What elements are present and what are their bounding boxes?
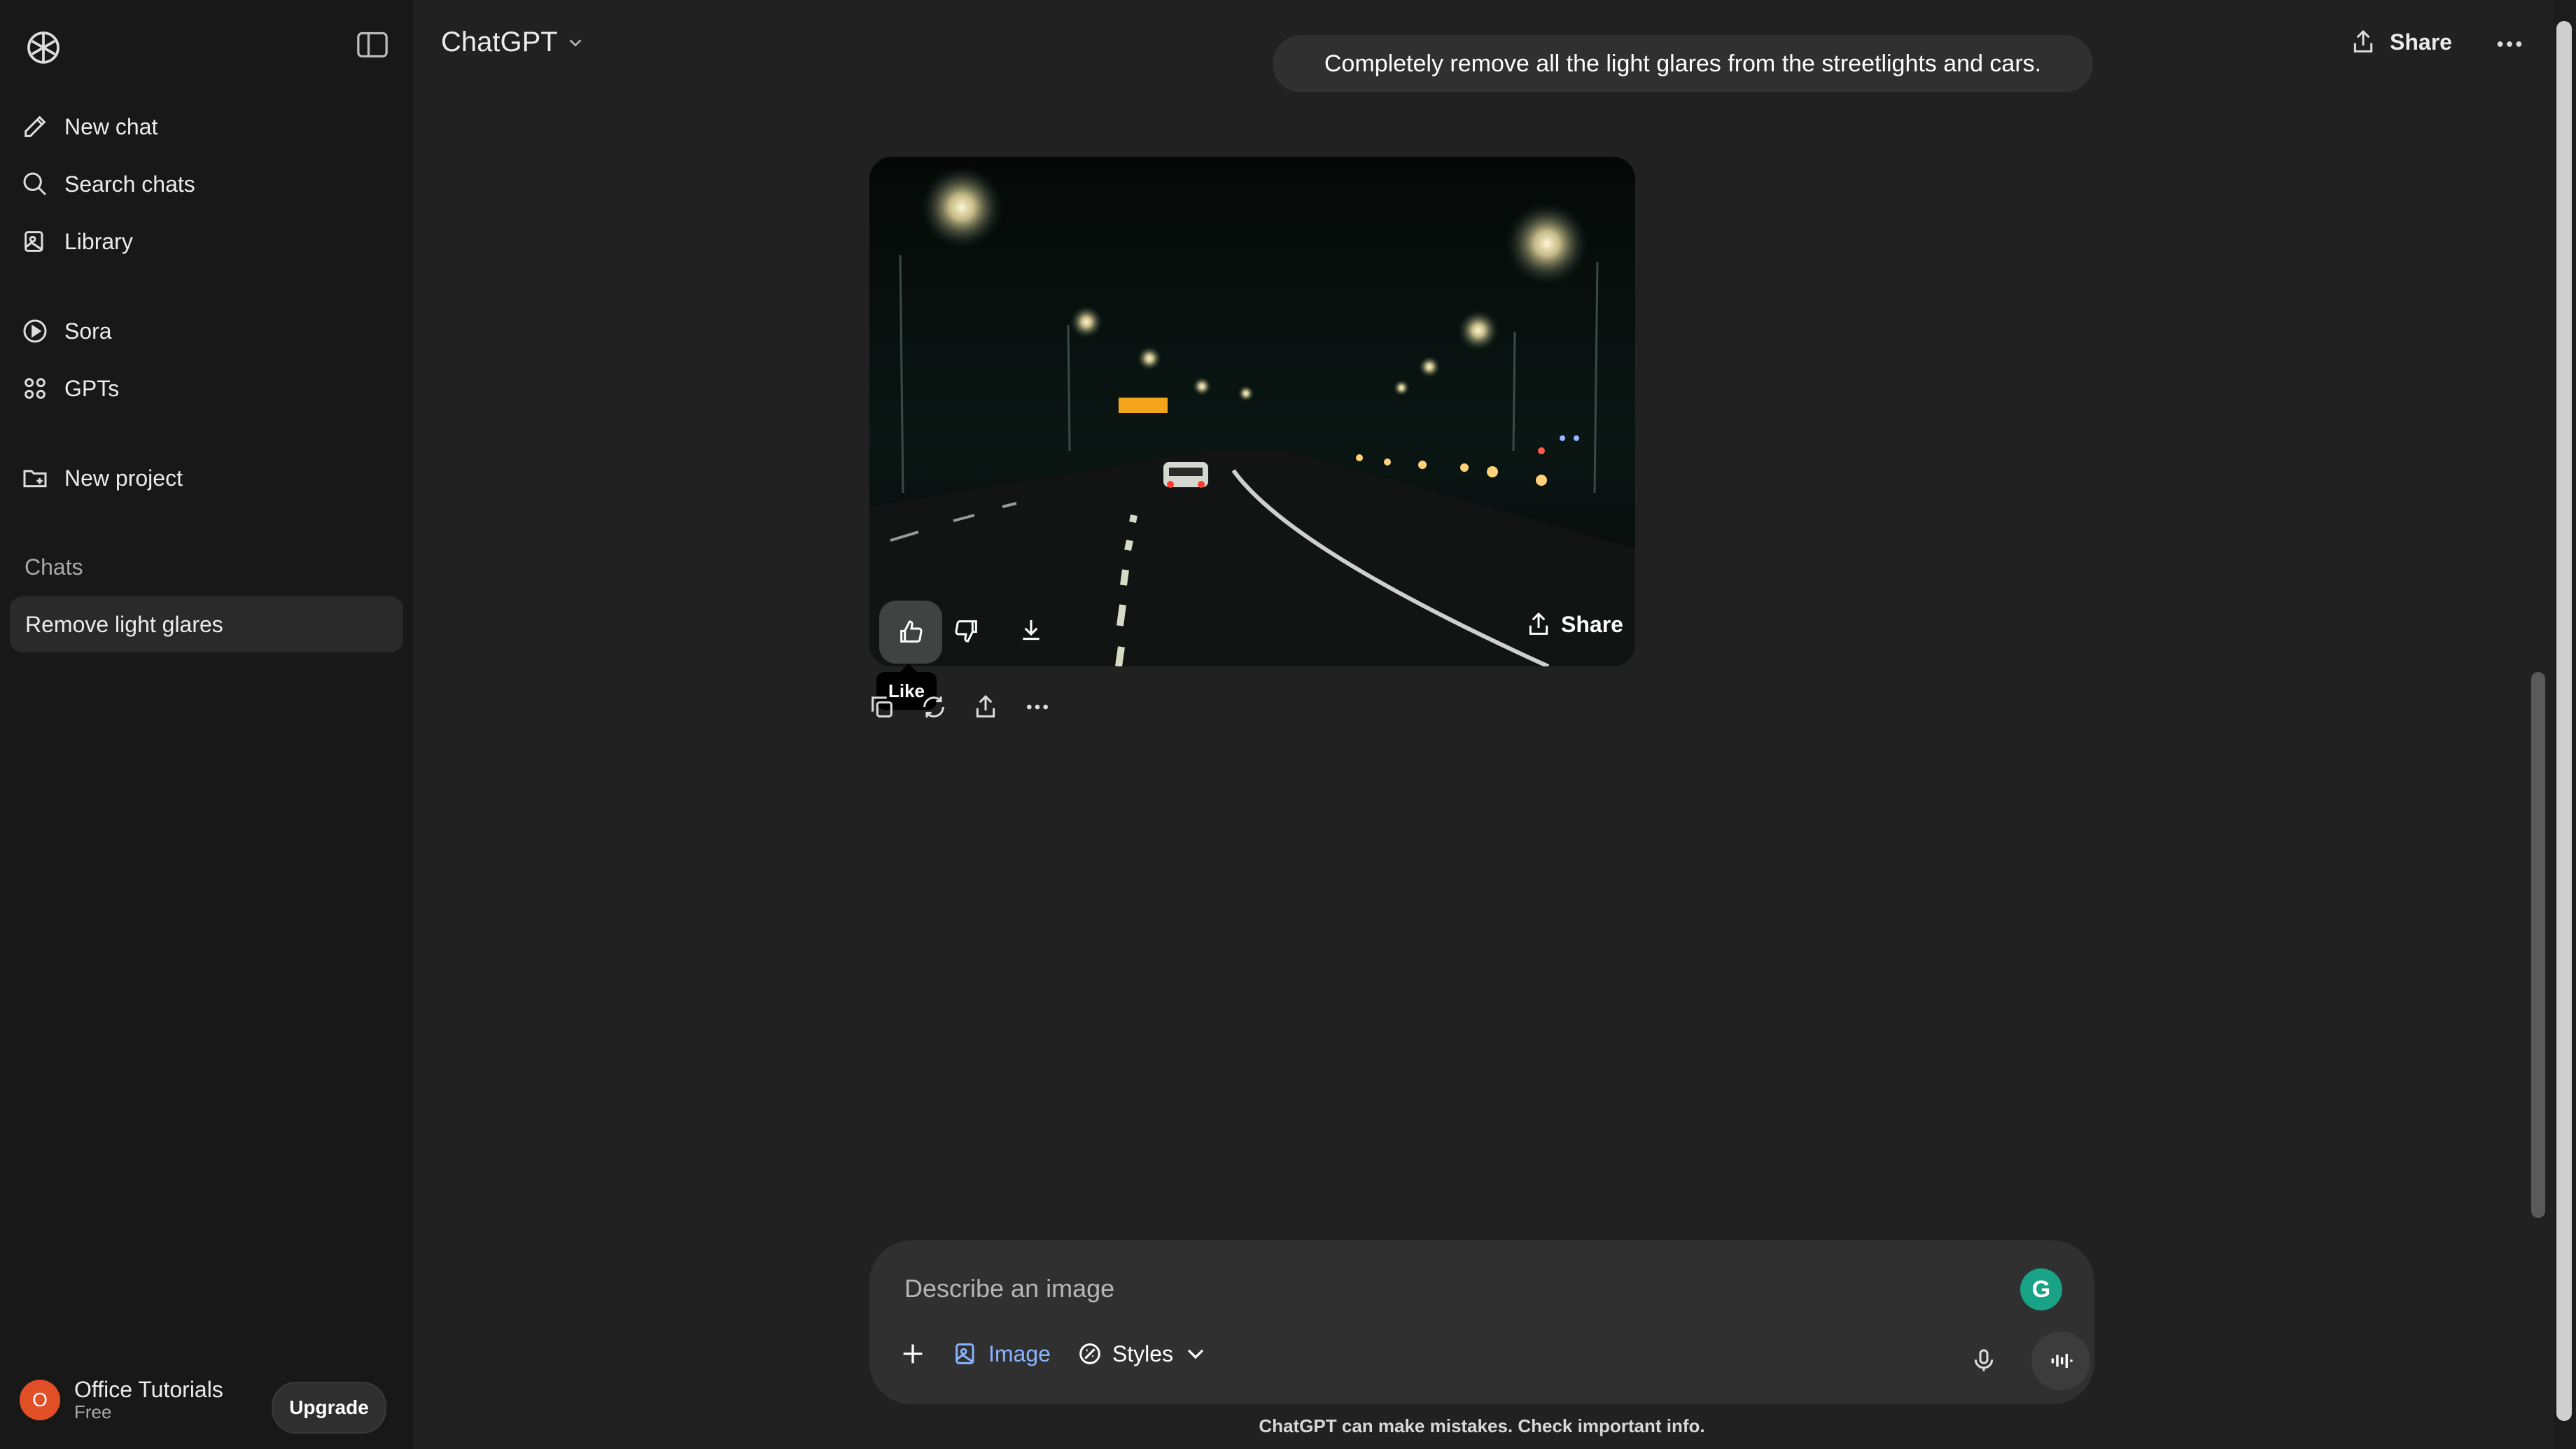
chats-section-label: Chats <box>24 554 83 580</box>
sidebar-item-label: New project <box>64 465 183 491</box>
share-icon <box>1529 612 1548 635</box>
sidebar-item-library[interactable]: Library <box>21 217 133 266</box>
disclaimer-text: ChatGPT can make mistakes. Check importa… <box>1259 1415 1705 1436</box>
prompt-input[interactable] <box>903 1267 1956 1310</box>
image-tool-button[interactable]: Image <box>952 1340 1051 1368</box>
voice-mode-button[interactable] <box>2031 1331 2090 1390</box>
chevron-down-icon <box>1187 1349 1204 1359</box>
generated-image[interactable]: Share <box>869 157 1635 666</box>
sidebar-item-label: New chat <box>64 113 158 139</box>
dislike-button[interactable] <box>946 610 987 651</box>
image-share-label: Share <box>1561 611 1623 637</box>
new-project-icon <box>23 470 47 488</box>
sidebar-item-label: Search chats <box>64 171 195 197</box>
chat-history-item[interactable]: Remove light glares <box>10 596 403 652</box>
chevron-down-icon <box>569 38 582 47</box>
microphone-icon[interactable] <box>1970 1347 1998 1375</box>
share-icon <box>2353 29 2373 52</box>
composer: G Image Styles <box>869 1240 2094 1404</box>
styles-icon <box>1079 1343 1100 1364</box>
sidebar-toggle-icon[interactable] <box>357 31 388 59</box>
sidebar: New chat Search chats Library Sora GPTs … <box>0 0 413 1449</box>
model-selector[interactable]: ChatGPT <box>441 27 586 58</box>
window-scrollbar-thumb[interactable] <box>2556 21 2572 1421</box>
sidebar-item-label: GPTs <box>64 375 120 401</box>
sidebar-item-new-project[interactable]: New project <box>21 454 183 503</box>
thumbs-up-icon <box>900 620 923 643</box>
user-plan: Free <box>74 1401 112 1423</box>
styles-dropdown[interactable]: Styles <box>1076 1340 1210 1368</box>
image-tool-label: Image <box>988 1340 1051 1366</box>
more-icon[interactable] <box>2493 28 2526 60</box>
gpts-grid-icon <box>24 378 46 399</box>
avatar: O <box>20 1379 60 1420</box>
sidebar-item-gpts[interactable]: GPTs <box>21 364 119 413</box>
upgrade-button[interactable]: Upgrade <box>272 1382 386 1434</box>
thumbs-down-icon <box>955 620 977 643</box>
plus-icon <box>903 1344 923 1364</box>
download-button[interactable] <box>1011 610 1051 651</box>
sidebar-item-sora[interactable]: Sora <box>21 307 112 356</box>
chat-history-label: Remove light glares <box>25 611 223 637</box>
like-button[interactable] <box>879 601 942 664</box>
night-road-image <box>869 157 1635 666</box>
openai-logo-icon[interactable] <box>24 28 63 67</box>
new-chat-icon <box>24 115 46 137</box>
voice-waveform-icon <box>2051 1354 2073 1368</box>
download-icon <box>1023 620 1040 640</box>
regenerate-icon[interactable] <box>920 693 948 721</box>
message-actions <box>868 693 1051 721</box>
image-icon <box>955 1343 974 1364</box>
share-label: Share <box>2390 29 2452 55</box>
sidebar-item-label: Library <box>64 228 133 254</box>
model-name: ChatGPT <box>441 27 558 57</box>
share-button[interactable]: Share <box>2349 28 2452 56</box>
user-name: Office Tutorials <box>74 1377 223 1402</box>
grammarly-icon[interactable]: G <box>2020 1268 2062 1310</box>
more-icon[interactable] <box>1023 693 1051 721</box>
search-icon <box>23 172 47 196</box>
chat-scrollbar-thumb[interactable] <box>2531 672 2545 1218</box>
styles-label: Styles <box>1112 1340 1174 1366</box>
library-icon <box>24 231 43 252</box>
image-share-button[interactable]: Share <box>1525 610 1623 638</box>
user-profile[interactable]: O Office Tutorials Free <box>20 1377 223 1423</box>
sidebar-item-label: Sora <box>64 318 112 344</box>
sidebar-item-new-chat[interactable]: New chat <box>21 102 158 151</box>
add-attachment-button[interactable] <box>899 1340 927 1368</box>
sidebar-item-search-chats[interactable]: Search chats <box>21 160 195 209</box>
copy-icon[interactable] <box>868 693 896 721</box>
sora-play-icon <box>23 319 47 343</box>
share-icon[interactable] <box>972 693 1000 721</box>
user-message-bubble: Completely remove all the light glares f… <box>1273 35 2093 92</box>
